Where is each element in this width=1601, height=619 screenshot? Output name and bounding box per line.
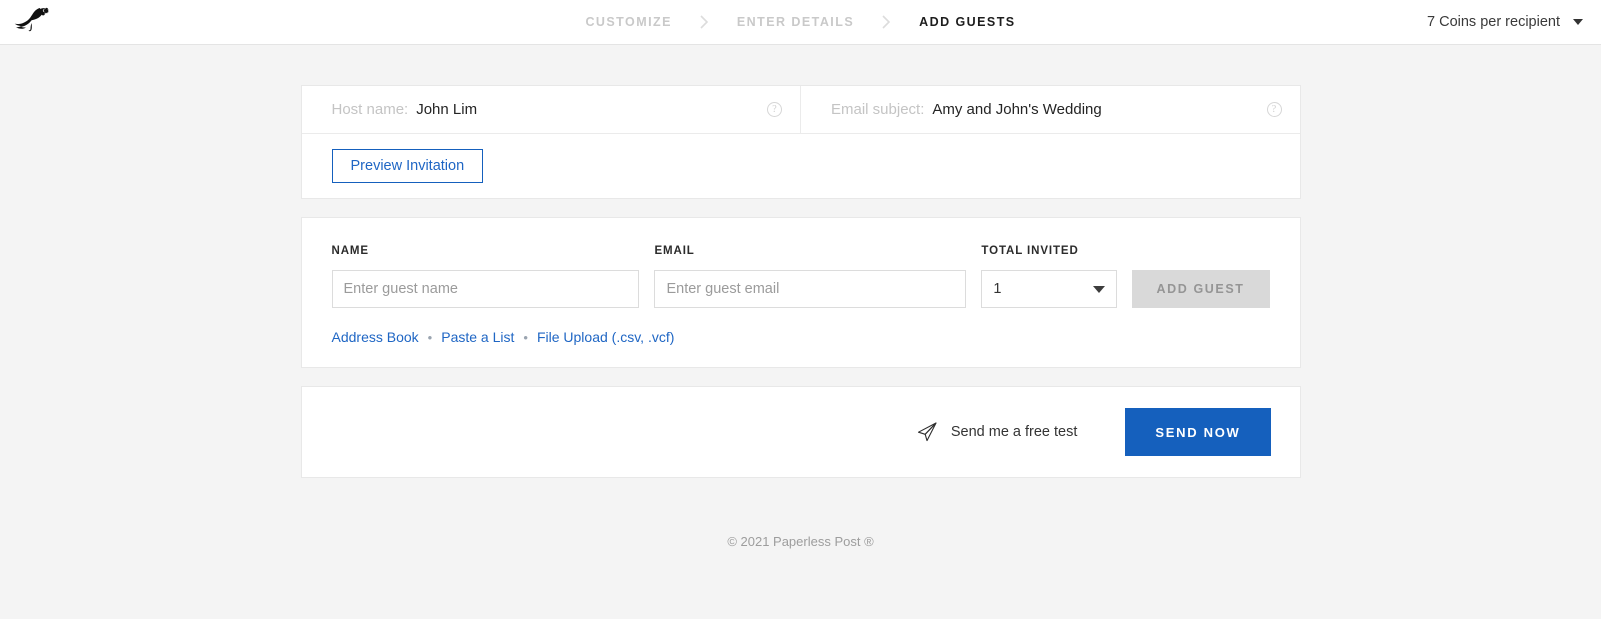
breadcrumb: CUSTOMIZE ENTER DETAILS ADD GUESTS bbox=[579, 15, 1021, 29]
host-name-value: John Lim bbox=[416, 101, 478, 118]
address-book-link[interactable]: Address Book bbox=[332, 329, 419, 345]
guest-name-group: NAME bbox=[331, 245, 640, 308]
coins-label: 7 Coins per recipient bbox=[1427, 14, 1560, 30]
add-guest-button[interactable]: ADD GUEST bbox=[1131, 270, 1270, 308]
guest-email-label: EMAIL bbox=[654, 245, 695, 257]
guest-email-input[interactable] bbox=[654, 270, 967, 308]
email-subject-value: Amy and John's Wedding bbox=[932, 101, 1102, 118]
event-details-row: Host name: John Lim ? Email subject: Amy… bbox=[301, 86, 1300, 134]
event-details-card: Host name: John Lim ? Email subject: Amy… bbox=[300, 85, 1301, 199]
footer-copyright: © 2021 Paperless Post ® bbox=[727, 534, 874, 549]
chevron-right-icon bbox=[678, 15, 731, 29]
import-links: Address Book • Paste a List • File Uploa… bbox=[332, 329, 1270, 345]
chevron-down-icon bbox=[1573, 19, 1583, 25]
host-name-field[interactable]: Host name: John Lim ? bbox=[302, 86, 801, 133]
paste-a-list-link[interactable]: Paste a List bbox=[441, 329, 514, 345]
total-invited-label: TOTAL INVITED bbox=[981, 245, 1079, 257]
link-separator: • bbox=[523, 329, 528, 345]
preview-invitation-button[interactable]: Preview Invitation bbox=[331, 148, 484, 184]
question-mark-icon[interactable]: ? bbox=[1266, 102, 1282, 117]
email-subject-label: Email subject: bbox=[831, 101, 925, 118]
breadcrumb-step-add-guests[interactable]: ADD GUESTS bbox=[913, 15, 1021, 29]
paper-plane-icon bbox=[916, 421, 938, 443]
add-guest-card: NAME EMAIL TOTAL INVITED 1 ADD GUEST bbox=[300, 217, 1301, 368]
send-now-button[interactable]: SEND NOW bbox=[1125, 408, 1271, 456]
top-header-bar: CUSTOMIZE ENTER DETAILS ADD GUESTS 7 Coi… bbox=[0, 0, 1601, 45]
chevron-right-icon bbox=[860, 15, 913, 29]
pigeon-logo-icon[interactable] bbox=[12, 4, 52, 38]
breadcrumb-step-enter-details[interactable]: ENTER DETAILS bbox=[731, 15, 860, 29]
guest-name-input[interactable] bbox=[331, 270, 640, 308]
page-body: Host name: John Lim ? Email subject: Amy… bbox=[0, 45, 1601, 549]
total-invited-select-wrap: 1 bbox=[981, 270, 1117, 308]
add-guest-form: NAME EMAIL TOTAL INVITED 1 ADD GUEST bbox=[331, 245, 1270, 308]
question-mark-icon[interactable]: ? bbox=[767, 102, 782, 117]
send-free-test-action[interactable]: Send me a free test bbox=[916, 421, 1078, 443]
total-invited-select[interactable]: 1 bbox=[981, 270, 1117, 308]
preview-row: Preview Invitation bbox=[302, 134, 1300, 198]
link-separator: • bbox=[427, 329, 433, 345]
total-invited-group: TOTAL INVITED 1 bbox=[981, 245, 1117, 308]
content-container: Host name: John Lim ? Email subject: Amy… bbox=[300, 45, 1301, 549]
guest-name-label: NAME bbox=[331, 245, 369, 257]
breadcrumb-step-customize[interactable]: CUSTOMIZE bbox=[579, 15, 677, 29]
coins-per-recipient-dropdown[interactable]: 7 Coins per recipient bbox=[1427, 14, 1583, 30]
email-subject-field[interactable]: Email subject: Amy and John's Wedding ? bbox=[800, 86, 1300, 133]
file-upload-link[interactable]: File Upload (.csv, .vcf) bbox=[537, 329, 674, 345]
host-name-label: Host name: bbox=[331, 101, 409, 118]
send-card: Send me a free test SEND NOW bbox=[300, 386, 1301, 478]
guest-email-group: EMAIL bbox=[654, 245, 967, 308]
send-free-test-label: Send me a free test bbox=[950, 424, 1078, 440]
